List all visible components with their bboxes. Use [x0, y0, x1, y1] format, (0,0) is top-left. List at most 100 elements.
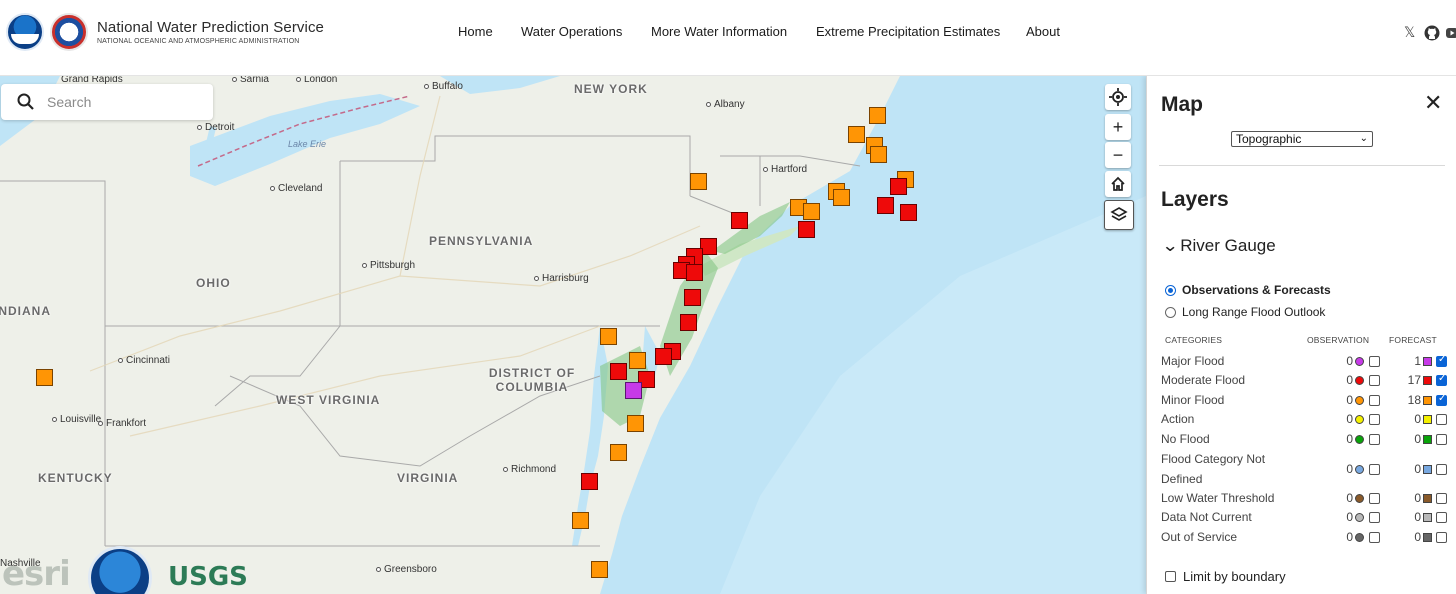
forecast-checkbox[interactable] — [1436, 493, 1447, 504]
category-label: Moderate Flood — [1161, 373, 1246, 387]
gauge-marker-minor[interactable] — [803, 203, 820, 220]
category-row: Out of Service 0 0 — [1161, 527, 1451, 547]
basemap-select[interactable]: Topographic ⌄ — [1231, 131, 1373, 147]
gauge-marker-moderate[interactable] — [890, 178, 907, 195]
observation-count: 0 — [1346, 393, 1353, 407]
forecast-checkbox[interactable] — [1436, 512, 1447, 523]
observation-checkbox[interactable] — [1369, 493, 1380, 504]
mode-observations-forecasts[interactable]: Observations & Forecasts — [1165, 283, 1331, 297]
category-row: Action 0 0 — [1161, 409, 1451, 429]
observation-checkbox[interactable] — [1369, 434, 1380, 445]
forecast-checkbox[interactable] — [1436, 373, 1447, 386]
observation-color-dot — [1355, 415, 1364, 424]
city-sarnia: Sarnia — [232, 76, 269, 85]
zoom-out-button[interactable]: − — [1105, 142, 1131, 168]
brand-title[interactable]: National Water Prediction Service — [97, 19, 324, 36]
forecast-color-square — [1423, 396, 1432, 405]
gauge-marker-minor[interactable] — [869, 107, 886, 124]
github-icon[interactable] — [1424, 25, 1440, 41]
forecast-checkbox[interactable] — [1436, 532, 1447, 543]
gauge-marker-moderate[interactable] — [581, 473, 598, 490]
map-search — [1, 84, 213, 120]
category-label: Action — [1161, 412, 1195, 426]
gauge-marker-minor[interactable] — [600, 328, 617, 345]
close-icon[interactable]: ✕ — [1424, 90, 1442, 116]
zoom-in-button[interactable]: + — [1105, 114, 1131, 140]
observation-checkbox[interactable] — [1369, 395, 1380, 406]
gauge-marker-minor[interactable] — [870, 146, 887, 163]
forecast-count: 0 — [1414, 432, 1421, 446]
gauge-marker-moderate[interactable] — [686, 264, 703, 281]
usgs-logo: USGS — [168, 562, 248, 592]
observation-checkbox[interactable] — [1369, 512, 1380, 523]
gauge-marker-moderate[interactable] — [655, 348, 672, 365]
nws-logo[interactable] — [50, 13, 88, 51]
observation-color-dot — [1355, 396, 1364, 405]
panel-title: Map — [1161, 93, 1203, 116]
gauge-marker-moderate[interactable] — [731, 212, 748, 229]
observation-checkbox[interactable] — [1369, 464, 1380, 475]
forecast-checkbox[interactable] — [1436, 414, 1447, 425]
forecast-color-square — [1423, 415, 1432, 424]
state-label-pennsylvania: PENNSYLVANIA — [429, 234, 534, 248]
category-label: Major Flood — [1161, 354, 1225, 368]
limit-by-boundary-checkbox[interactable] — [1165, 571, 1176, 582]
observation-checkbox[interactable] — [1369, 532, 1380, 543]
radio-observations-forecasts[interactable] — [1165, 284, 1176, 296]
map-view[interactable]: Lake Erie NEW YORK PENNSYLVANIA OHIO IND… — [0, 76, 1146, 594]
observation-checkbox[interactable] — [1369, 375, 1380, 386]
gauge-marker-minor[interactable] — [36, 369, 53, 386]
gauge-marker-minor[interactable] — [572, 512, 589, 529]
observation-checkbox[interactable] — [1369, 414, 1380, 425]
gauge-marker-moderate[interactable] — [798, 221, 815, 238]
category-label: Minor Flood — [1161, 393, 1225, 407]
radio-long-range-flood-outlook[interactable] — [1165, 306, 1176, 318]
city-pittsburgh: Pittsburgh — [362, 260, 415, 271]
gauge-marker-minor[interactable] — [629, 352, 646, 369]
nav-water-operations[interactable]: Water Operations — [521, 24, 622, 39]
forecast-checkbox[interactable] — [1436, 393, 1447, 406]
mode-long-range-flood-outlook[interactable]: Long Range Flood Outlook — [1165, 305, 1325, 319]
youtube-icon[interactable] — [1446, 27, 1456, 39]
limit-by-boundary[interactable]: Limit by boundary — [1165, 569, 1286, 584]
x-icon[interactable]: 𝕏 — [1404, 24, 1415, 41]
gauge-marker-moderate[interactable] — [684, 289, 701, 306]
gauge-marker-moderate[interactable] — [877, 197, 894, 214]
layers-button[interactable] — [1104, 200, 1134, 230]
gauge-marker-major[interactable] — [625, 382, 642, 399]
gauge-marker-moderate[interactable] — [900, 204, 917, 221]
nav-home[interactable]: Home — [458, 24, 493, 39]
divider — [1159, 165, 1445, 166]
gauge-marker-minor[interactable] — [833, 189, 850, 206]
search-input[interactable] — [47, 92, 197, 112]
gauge-marker-minor[interactable] — [848, 126, 865, 143]
gauge-marker-moderate[interactable] — [610, 363, 627, 380]
category-row: Flood Category Not Defined 0 0 — [1161, 449, 1451, 488]
gauge-marker-minor[interactable] — [610, 444, 627, 461]
observation-checkbox[interactable] — [1369, 356, 1380, 367]
gauge-marker-minor[interactable] — [690, 173, 707, 190]
zoom-out-icon: − — [1112, 144, 1124, 165]
forecast-checkbox[interactable] — [1436, 354, 1447, 367]
forecast-color-square — [1423, 513, 1432, 522]
gauge-marker-minor[interactable] — [591, 561, 608, 578]
brand-subtitle: NATIONAL OCEANIC AND ATMOSPHERIC ADMINIS… — [97, 38, 300, 45]
river-gauge-label: River Gauge — [1180, 236, 1276, 255]
forecast-checkbox[interactable] — [1436, 434, 1447, 445]
gauge-marker-moderate[interactable] — [680, 314, 697, 331]
gauge-marker-minor[interactable] — [627, 415, 644, 432]
home-button[interactable] — [1105, 171, 1131, 197]
river-gauge-toggle[interactable]: ⌄River Gauge — [1162, 236, 1276, 256]
search-icon[interactable] — [17, 93, 35, 111]
forecast-checkbox[interactable] — [1436, 464, 1447, 475]
city-cincinnati: Cincinnati — [118, 355, 170, 366]
nav-more-water-information[interactable]: More Water Information — [651, 24, 787, 39]
nav-about[interactable]: About — [1026, 24, 1060, 39]
locate-button[interactable] — [1105, 84, 1131, 110]
nav-extreme-precipitation-estimates[interactable]: Extreme Precipitation Estimates — [816, 24, 1000, 39]
city-greensboro: Greensboro — [376, 564, 437, 575]
city-albany: Albany — [706, 99, 745, 110]
noaa-logo[interactable] — [6, 13, 44, 51]
state-label-virginia: VIRGINIA — [397, 471, 459, 485]
forecast-count: 0 — [1414, 412, 1421, 426]
